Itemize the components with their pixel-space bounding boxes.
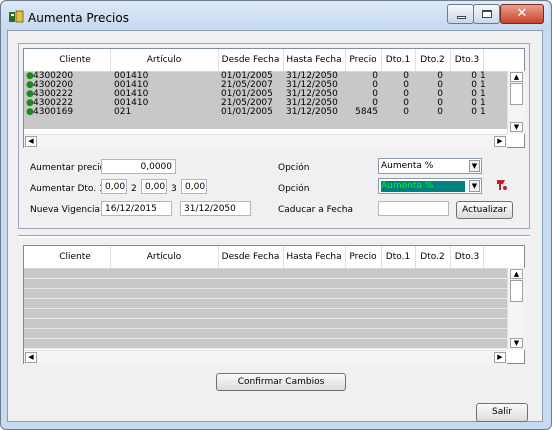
- column-header-hasta-fecha[interactable]: Hasta Fecha: [284, 55, 344, 65]
- vigencia-desde-input[interactable]: 16/12/2015: [101, 201, 172, 216]
- grid-bottom-vscrollbar[interactable]: ▲ ▼: [507, 268, 525, 350]
- grid-bottom-hscrollbar[interactable]: ◀ ▶: [24, 350, 507, 364]
- cell-cliente: 4300169: [33, 107, 74, 117]
- cell-hasta-fecha: 31/12/2050: [286, 107, 338, 117]
- dto2-input[interactable]: 0,00: [141, 179, 167, 194]
- scroll-up-icon[interactable]: ▲: [510, 269, 523, 279]
- table-row[interactable]: [24, 117, 507, 129]
- vigencia-hasta-input[interactable]: 31/12/2050: [180, 201, 251, 216]
- aumentar-dto-label: Aumentar Dto. 1: [30, 184, 105, 194]
- column-header-dto1[interactable]: Dto.1: [382, 55, 414, 65]
- grid-bottom-header: Cliente Artículo Desde Fecha Hasta Fecha…: [24, 246, 524, 269]
- scroll-left-icon[interactable]: ◀: [25, 136, 37, 147]
- column-header-dto3[interactable]: Dto.3: [451, 55, 483, 65]
- opcion1-label: Opción: [278, 163, 310, 173]
- cell-articulo: 021: [114, 107, 132, 117]
- aumentar-precio-label: Aumentar precio: [30, 163, 106, 173]
- column-header-dto3[interactable]: Dto.3: [451, 252, 483, 262]
- scroll-thumb[interactable]: [510, 83, 523, 105]
- column-header-dto2[interactable]: Dto.2: [416, 252, 449, 262]
- scroll-up-icon[interactable]: ▲: [510, 72, 523, 82]
- column-header-articulo[interactable]: Artículo: [112, 252, 216, 262]
- opcion2-select[interactable]: Aumenta % ▼: [378, 178, 482, 194]
- column-divider: [483, 49, 484, 71]
- column-header-precio[interactable]: Precio: [346, 252, 380, 262]
- dto3-label: 3: [171, 184, 177, 194]
- confirmar-cambios-button[interactable]: Confirmar Cambios: [216, 373, 346, 391]
- dto3-input[interactable]: 0,00: [181, 179, 207, 194]
- cell-desde-fecha: 01/01/2005: [221, 107, 273, 117]
- vigencia-label: Nueva Vigencia: [30, 205, 101, 215]
- column-divider: [110, 246, 111, 268]
- scroll-right-icon[interactable]: ▶: [494, 136, 506, 147]
- caducar-label: Caducar a Fecha: [278, 205, 354, 215]
- dto1-input[interactable]: 0,00: [101, 179, 127, 194]
- minimize-icon: [457, 16, 466, 19]
- scroll-down-icon[interactable]: ▼: [510, 338, 523, 348]
- chevron-down-icon[interactable]: ▼: [469, 180, 480, 192]
- grid-top-hscrollbar[interactable]: ◀ ▶: [24, 134, 507, 148]
- table-row[interactable]: ● 4300169 021 01/01/2005 31/12/2050 5845…: [24, 108, 507, 117]
- column-header-precio[interactable]: Precio: [346, 55, 380, 65]
- cell-dto2: 0: [437, 107, 443, 117]
- column-header-cliente[interactable]: Cliente: [34, 55, 116, 65]
- cell-dto1: 0: [403, 107, 409, 117]
- cell-dto3: 0: [471, 107, 477, 117]
- actualizar-button[interactable]: Actualizar: [456, 201, 513, 219]
- column-header-cliente[interactable]: Cliente: [34, 252, 116, 262]
- opcion1-value: Aumenta %: [381, 161, 434, 171]
- chevron-down-icon[interactable]: ▼: [469, 160, 480, 172]
- scroll-down-icon[interactable]: ▼: [510, 122, 523, 132]
- opcion1-select[interactable]: Aumenta % ▼: [378, 158, 482, 174]
- section-divider: [18, 235, 530, 238]
- grid-top[interactable]: Cliente Artículo Desde Fecha Hasta Fecha…: [23, 48, 525, 148]
- opcion2-value: Aumenta %: [381, 181, 465, 192]
- cell-precio: 5845: [355, 107, 378, 117]
- opcion2-label: Opción: [278, 184, 310, 194]
- maximize-icon: [482, 10, 492, 18]
- scroll-left-icon[interactable]: ◀: [25, 352, 37, 363]
- app-icon: [9, 10, 24, 23]
- close-icon: ✕: [516, 6, 528, 21]
- empty-rows-area: [24, 269, 507, 349]
- grid-top-vscrollbar[interactable]: ▲ ▼: [507, 71, 525, 134]
- grid-top-header: Cliente Artículo Desde Fecha Hasta Fecha…: [24, 49, 524, 72]
- maximize-button[interactable]: [473, 4, 500, 24]
- column-divider: [110, 49, 111, 71]
- aumentar-precio-input[interactable]: 0,0000: [101, 159, 176, 174]
- tools-icon[interactable]: [494, 178, 508, 192]
- dto2-label: 2: [131, 184, 137, 194]
- column-header-desde-fecha[interactable]: Desde Fecha: [219, 252, 282, 262]
- close-button[interactable]: ✕: [500, 4, 544, 24]
- column-header-hasta-fecha[interactable]: Hasta Fecha: [284, 252, 344, 262]
- column-divider: [483, 246, 484, 268]
- scroll-right-icon[interactable]: ▶: [494, 352, 506, 363]
- cell-extra: 1: [480, 107, 486, 117]
- column-header-desde-fecha[interactable]: Desde Fecha: [219, 55, 282, 65]
- column-header-dto2[interactable]: Dto.2: [416, 55, 449, 65]
- caducar-input[interactable]: [378, 201, 449, 216]
- salir-button[interactable]: Salir: [476, 403, 528, 422]
- minimize-button[interactable]: [447, 4, 474, 24]
- grid-bottom[interactable]: Cliente Artículo Desde Fecha Hasta Fecha…: [23, 245, 525, 364]
- column-header-articulo[interactable]: Artículo: [112, 55, 216, 65]
- window-title: Aumenta Precios: [28, 11, 129, 25]
- scroll-thumb[interactable]: [510, 280, 523, 302]
- column-header-dto1[interactable]: Dto.1: [382, 252, 414, 262]
